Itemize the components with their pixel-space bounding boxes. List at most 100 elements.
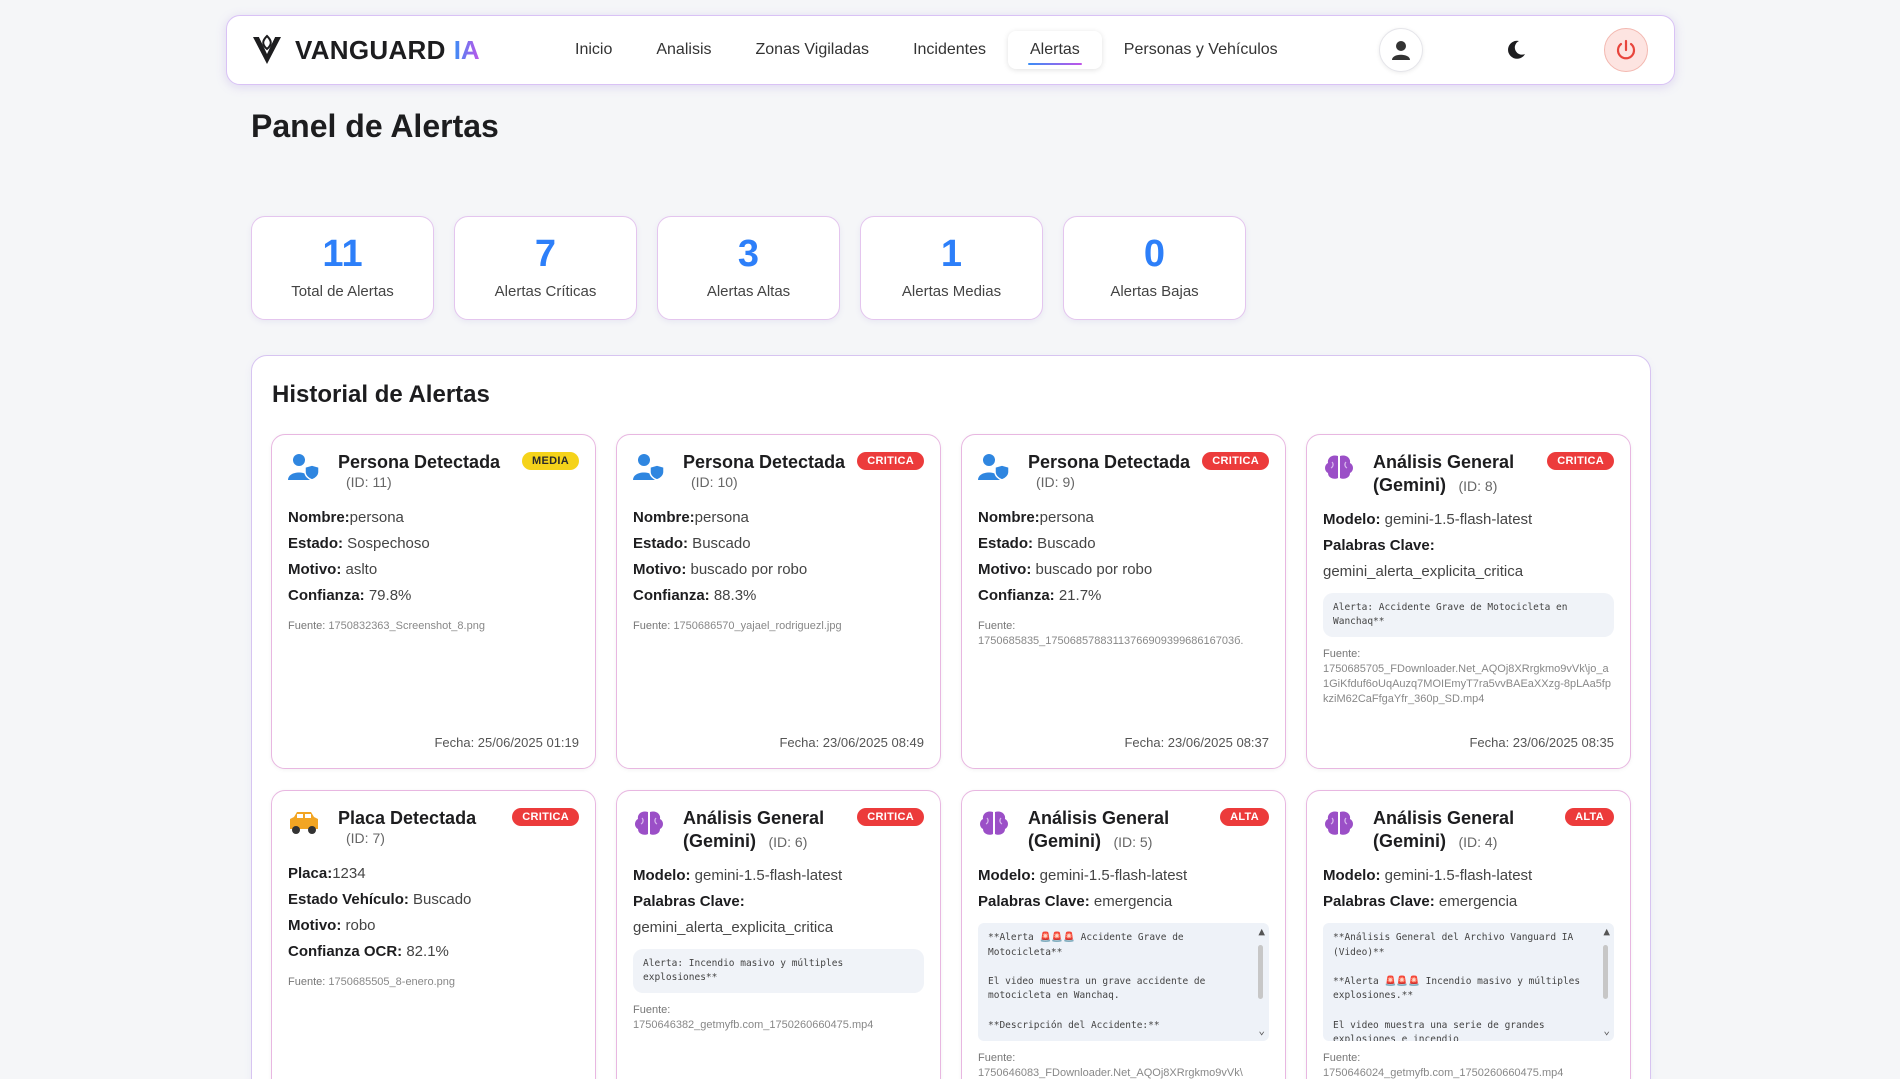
card-title: Persona Detectada [683, 452, 846, 472]
card-date: Fecha: 23/06/2025 08:35 [1469, 735, 1614, 750]
scroll-down-icon[interactable]: ⌄ [1258, 1024, 1265, 1039]
card-row: Modelo: gemini-1.5-flash-latest [633, 867, 843, 884]
stat-card-medias: 1 Alertas Medias [860, 216, 1043, 320]
card-row: Nombre:persona [978, 509, 1094, 526]
brain-icon [980, 811, 1008, 835]
card-id: (ID: 10) [691, 474, 738, 490]
card-title: Persona Detectada [338, 452, 501, 472]
scroll-down-icon[interactable]: ⌄ [1603, 1024, 1610, 1039]
card-row: Placa:1234 [288, 865, 366, 882]
stat-label: Alertas Altas [706, 283, 791, 300]
nav-link-zonas-vigiladas[interactable]: Zonas Vigiladas [734, 31, 892, 69]
vanguard-logo-icon [253, 34, 281, 64]
analysis-text: **Análisis General del Archivo Vanguard … [1333, 932, 1581, 1041]
scroll-up-icon[interactable]: ▲ [1258, 925, 1265, 940]
alert-card[interactable]: Análisis General (Gemini) (ID: 8) CRITIC… [1306, 434, 1631, 769]
card-source: Fuente: 1750686570_yajael_rodriguezl.jpg [633, 620, 842, 632]
stat-value: 3 [737, 233, 760, 275]
card-date: Fecha: 23/06/2025 08:37 [1124, 735, 1269, 750]
severity-badge: CRITICA [1547, 452, 1614, 470]
card-row: Nombre:persona [288, 509, 404, 526]
alert-card[interactable]: Análisis General (Gemini) (ID: 5) ALTA M… [961, 790, 1286, 1079]
profile-button[interactable] [1379, 28, 1423, 72]
analysis-scroll-box[interactable]: **Análisis General del Archivo Vanguard … [1323, 923, 1614, 1041]
severity-badge: MEDIA [522, 452, 579, 470]
scroll-up-icon[interactable]: ▲ [1603, 925, 1610, 940]
alert-card[interactable]: Placa Detectada (ID: 7) CRITICA Placa:12… [271, 790, 596, 1079]
card-row: Palabras Clave: [633, 893, 745, 910]
card-source: Fuente: 1750685835_1750685788311376690939… [978, 620, 1244, 647]
stat-value: 1 [940, 233, 963, 275]
analysis-scroll-box[interactable]: **Alerta 🚨🚨🚨 Accidente Grave de Motocicl… [978, 923, 1269, 1041]
severity-badge: CRITICA [512, 808, 579, 826]
card-date: Fecha: 23/06/2025 08:49 [779, 735, 924, 750]
stat-value: 11 [322, 233, 363, 275]
brain-icon [1325, 811, 1353, 835]
severity-badge: ALTA [1565, 808, 1614, 826]
card-row: Estado: Buscado [633, 535, 751, 552]
stat-label: Alertas Bajas [1110, 283, 1199, 300]
user-icon [1392, 41, 1410, 60]
nav-link-personas-vehiculos[interactable]: Personas y Vehículos [1102, 31, 1300, 69]
severity-badge: ALTA [1220, 808, 1269, 826]
card-row: Motivo: buscado por robo [633, 561, 808, 578]
stat-card-criticas: 7 Alertas Críticas [454, 216, 637, 320]
card-keyword: gemini_alerta_explicita_critica [1323, 563, 1524, 580]
stat-label: Alertas Medias [901, 283, 1002, 300]
card-id: (ID: 6) [768, 834, 808, 850]
card-row: Estado: Sospechoso [288, 535, 430, 552]
user-shield-icon [978, 454, 1010, 481]
card-row: Nombre:persona [633, 509, 749, 526]
user-shield-icon [633, 454, 665, 481]
brand[interactable]: VANGUARD IA [249, 32, 539, 68]
page-title: Panel de Alertas [251, 108, 499, 144]
alert-card[interactable]: Persona Detectada (ID: 10) CRITICA Nombr… [616, 434, 941, 769]
card-row: Confianza: 21.7% [978, 587, 1102, 604]
card-date: Fecha: 25/06/2025 01:19 [434, 735, 579, 750]
severity-badge: CRITICA [1202, 452, 1269, 470]
card-keyword: gemini_alerta_explicita_critica [633, 919, 834, 936]
alert-card[interactable]: Análisis General (Gemini) (ID: 6) CRITIC… [616, 790, 941, 1079]
alert-card[interactable]: Persona Detectada (ID: 9) CRITICA Nombre… [961, 434, 1286, 769]
card-source: Fuente: 1750832363_Screenshot_8.png [288, 620, 485, 632]
card-row: Motivo: aslto [288, 561, 378, 578]
card-id: (ID: 5) [1113, 834, 1153, 850]
brand-name: VANGUARD [295, 34, 446, 65]
card-id: (ID: 4) [1458, 834, 1498, 850]
top-navbar: VANGUARD IA Inicio Analisis Zonas Vigila… [226, 15, 1675, 85]
card-row: Confianza OCR: 82.1% [288, 943, 449, 960]
card-row: Estado Vehículo: Buscado [288, 891, 472, 908]
card-row: Palabras Clave: emergencia [978, 893, 1173, 910]
nav-link-incidentes[interactable]: Incidentes [891, 31, 1008, 69]
card-title: Persona Detectada [1028, 452, 1191, 472]
brain-icon [635, 811, 663, 835]
card-row: Motivo: robo [288, 917, 376, 934]
scrollbar-thumb[interactable] [1603, 945, 1608, 999]
brain-icon [1325, 455, 1353, 479]
alert-card[interactable]: Análisis General (Gemini) (ID: 4) ALTA M… [1306, 790, 1631, 1079]
history-title: Historial de Alertas [272, 381, 490, 408]
card-row: Modelo: gemini-1.5-flash-latest [978, 867, 1188, 884]
alert-summary-box: Alerta: Accidente Grave de Motocicleta e… [1323, 593, 1614, 637]
severity-badge: CRITICA [857, 452, 924, 470]
nav-link-analisis[interactable]: Analisis [634, 31, 733, 69]
card-row: Motivo: buscado por robo [978, 561, 1153, 578]
card-source: Fuente: 1750685705_FDownloader.Net_AQOj8X… [1323, 648, 1611, 705]
card-row: Modelo: gemini-1.5-flash-latest [1323, 867, 1533, 884]
theme-toggle-button[interactable] [1494, 28, 1538, 72]
alert-card[interactable]: Persona Detectada (ID: 11) MEDIA Nombre:… [271, 434, 596, 769]
card-source: Fuente: 1750646083_FDownloader.Net_AQOj8X… [978, 1052, 1243, 1079]
car-icon [290, 812, 318, 834]
stat-card-bajas: 0 Alertas Bajas [1063, 216, 1246, 320]
card-row: Palabras Clave: emergencia [1323, 893, 1518, 910]
severity-badge: CRITICA [857, 808, 924, 826]
stat-value: 7 [534, 233, 557, 275]
nav-link-inicio[interactable]: Inicio [553, 31, 634, 69]
analysis-text: **Alerta 🚨🚨🚨 Accidente Grave de Motocicl… [988, 932, 1206, 1031]
card-id: (ID: 9) [1036, 474, 1075, 490]
logout-button[interactable] [1604, 28, 1648, 72]
stat-card-altas: 3 Alertas Altas [657, 216, 840, 320]
scrollbar-thumb[interactable] [1258, 945, 1263, 999]
card-source: Fuente: 1750646024_getmyfb.com_1750260660… [1323, 1052, 1564, 1079]
nav-link-alertas[interactable]: Alertas [1008, 31, 1102, 69]
